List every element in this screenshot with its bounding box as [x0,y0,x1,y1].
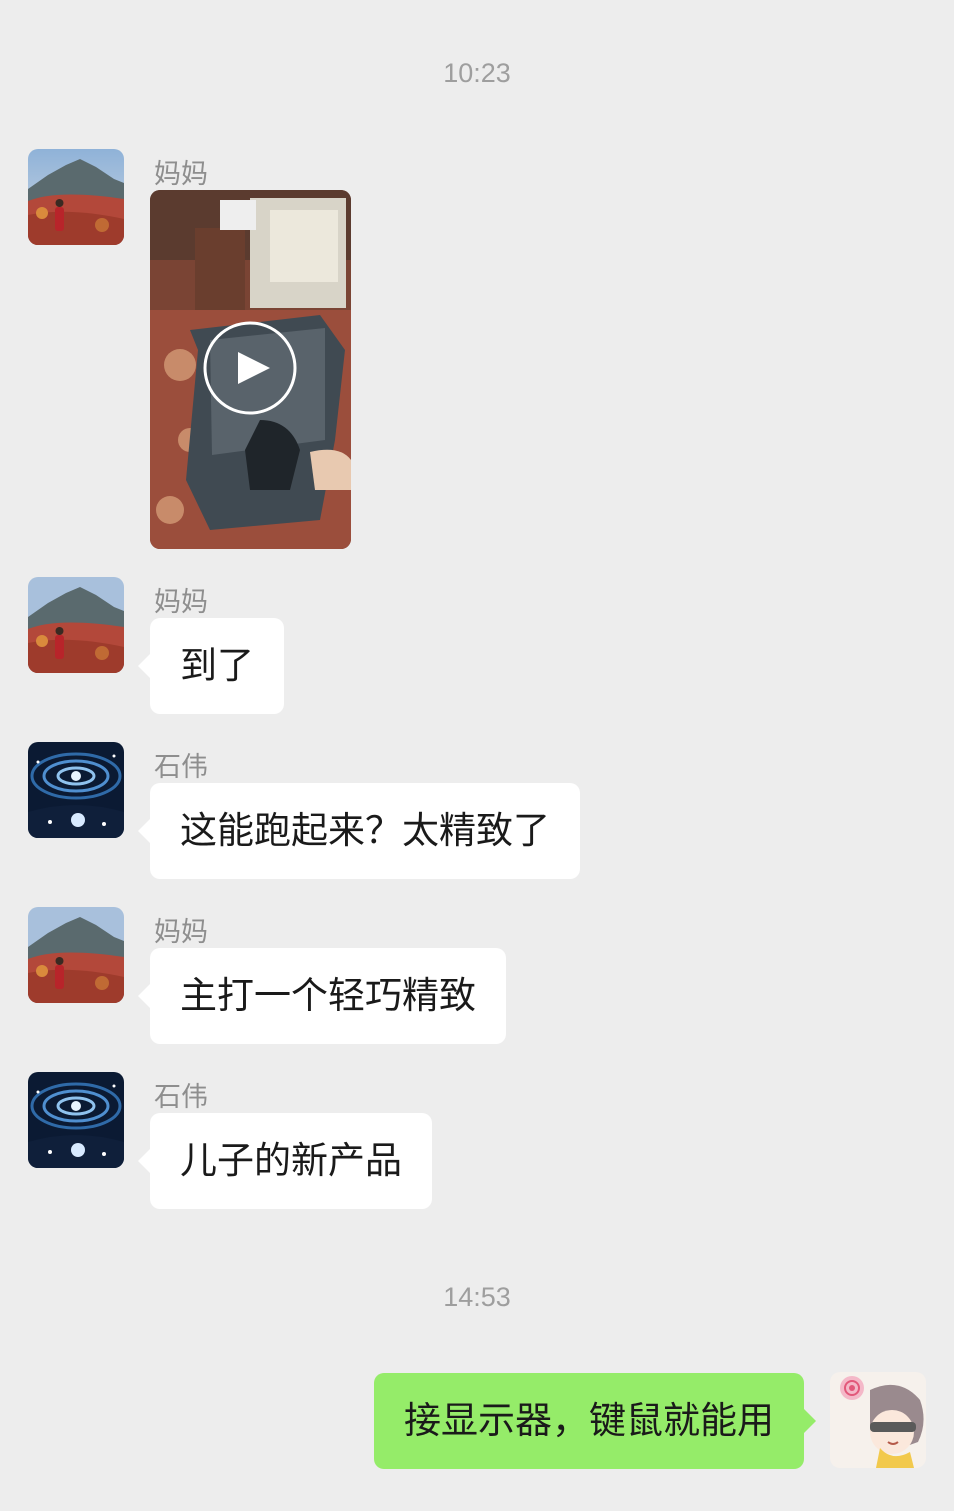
sender-name: 石伟 [154,1082,208,1113]
message-bubble[interactable]: 儿子的新产品 [138,1113,432,1209]
message-bubble-outgoing[interactable]: 接显示器，键鼠就能用 [374,1373,816,1469]
timestamp: 14:53 [443,1282,511,1312]
sender-name: 妈妈 [154,159,208,190]
avatar-shiwei[interactable] [28,1072,124,1168]
timestamp: 10:23 [443,58,511,88]
play-icon[interactable] [203,321,297,415]
avatar-mom[interactable] [28,907,124,1003]
sender-name: 妈妈 [154,917,208,948]
message-bubble[interactable]: 主打一个轻巧精致 [138,948,506,1044]
video-message[interactable] [150,190,351,549]
avatar-self[interactable] [830,1372,926,1468]
avatar-shiwei[interactable] [28,742,124,838]
message-bubble[interactable]: 这能跑起来？太精致了 [138,783,580,879]
message-bubble[interactable]: 到了 [138,618,284,714]
avatar-mom[interactable] [28,577,124,673]
avatar-mom[interactable] [28,149,124,245]
sender-name: 妈妈 [154,587,208,618]
sender-name: 石伟 [154,752,208,783]
